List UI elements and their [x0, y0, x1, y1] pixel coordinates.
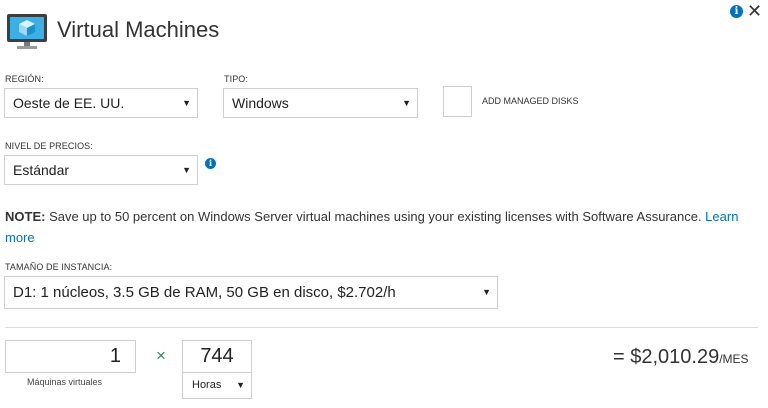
hours-input[interactable]: 744 [182, 340, 252, 373]
note-text: Save up to 50 percent on Windows Server … [45, 209, 706, 224]
pricing-value: Estándar [13, 162, 70, 178]
region-value: Oeste de EE. UU. [13, 95, 125, 111]
hours-unit-value: Horas [192, 379, 222, 391]
tipo-select[interactable]: Windows ▼ [223, 88, 418, 118]
pricing-info-icon[interactable]: i [205, 158, 216, 169]
multiply-icon: × [156, 346, 166, 365]
close-icon[interactable]: ✕ [747, 1, 762, 21]
pricing-label: NIVEL DE PRECIOS: [5, 141, 93, 151]
instance-value: D1: 1 núcleos, 3.5 GB de RAM, 50 GB en d… [13, 284, 396, 301]
info-icon[interactable]: i [730, 5, 743, 18]
chevron-down-icon: ▼ [182, 165, 191, 175]
chevron-down-icon: ▼ [236, 380, 245, 390]
tipo-label: TIPO: [224, 74, 249, 84]
managed-disks-checkbox[interactable] [443, 86, 472, 117]
chevron-down-icon: ▼ [402, 98, 411, 108]
chevron-down-icon: ▼ [182, 98, 191, 108]
license-note: NOTE: Save up to 50 percent on Windows S… [5, 206, 755, 248]
virtual-machine-icon [6, 11, 48, 53]
hours-unit-select[interactable]: Horas ▼ [182, 373, 252, 399]
page-title: Virtual Machines [57, 17, 220, 42]
note-prefix: NOTE: [5, 209, 46, 224]
divider [5, 327, 758, 328]
instance-select[interactable]: D1: 1 núcleos, 3.5 GB de RAM, 50 GB en d… [4, 276, 498, 309]
region-select[interactable]: Oeste de EE. UU. ▼ [4, 88, 198, 118]
pricing-select[interactable]: Estándar ▼ [4, 155, 198, 185]
total-amount: = $2,010.29 [613, 346, 720, 368]
vm-quantity-input[interactable]: 1 [5, 340, 136, 373]
instance-label: TAMAÑO DE INSTANCIA: [5, 262, 113, 272]
monthly-total: = $2,010.29/MES [613, 346, 749, 369]
total-unit: /MES [719, 352, 749, 366]
chevron-down-icon: ▼ [482, 287, 491, 297]
managed-disks-label: ADD MANAGED DISKS [482, 96, 579, 106]
region-label: REGIÓN: [5, 74, 44, 84]
tipo-value: Windows [232, 95, 289, 111]
vm-quantity-caption: Máquinas virtuales [27, 377, 103, 387]
